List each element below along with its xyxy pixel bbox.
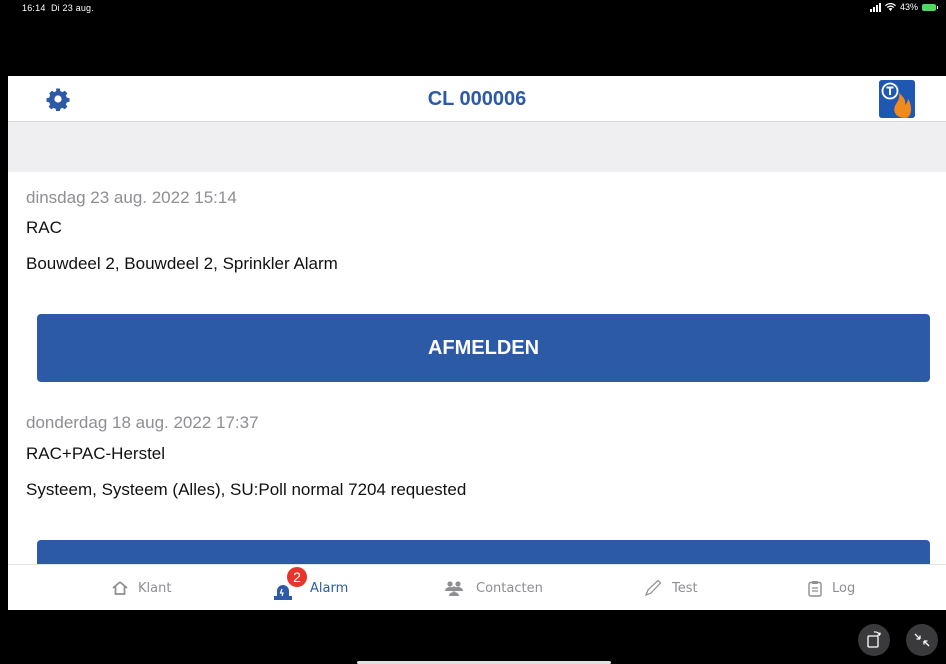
status-time: 16:14 Di 23 aug. xyxy=(22,3,94,13)
wifi-icon xyxy=(884,3,896,11)
tab-contacten[interactable]: Contacten xyxy=(444,565,543,610)
tab-label: Contacten xyxy=(476,580,543,596)
alarm-icon xyxy=(274,585,292,600)
tab-log[interactable]: Log xyxy=(808,565,855,610)
logo-icon xyxy=(879,80,915,118)
home-icon xyxy=(112,581,128,595)
alarm-date: dinsdag 23 aug. 2022 15:14 xyxy=(26,188,237,207)
clipboard-icon xyxy=(808,580,822,597)
contacts-icon xyxy=(445,581,463,596)
tab-alarm[interactable]: 2 Alarm xyxy=(274,565,348,610)
alarm-count-badge: 2 xyxy=(287,567,307,587)
battery-percentage: 43% xyxy=(899,2,918,12)
alarm-type: RAC xyxy=(26,218,62,237)
alarm-icon-wrap: 2 xyxy=(274,565,307,610)
tab-label: Log xyxy=(832,580,856,596)
tab-label: Test xyxy=(672,580,698,596)
tab-bar: Klant 2 Alarm Contacten Test Log xyxy=(8,564,946,610)
page-title: CL 000006 xyxy=(427,88,527,110)
alarm-date: donderdag 18 aug. 2022 17:37 xyxy=(26,413,259,432)
alarm-type: RAC+PAC-Herstel xyxy=(26,444,166,463)
shrink-button[interactable] xyxy=(906,624,938,656)
system-bottom-area xyxy=(0,610,946,664)
navigation-bar: CL 000006 xyxy=(8,76,946,122)
alarm-description: Systeem, Systeem (Alles), SU:Poll normal… xyxy=(26,480,467,499)
rotate-icon xyxy=(867,631,881,648)
tab-klant[interactable]: Klant xyxy=(112,565,171,610)
tab-test[interactable]: Test xyxy=(644,565,698,610)
status-bar: 16:14 Di 23 aug. 43% xyxy=(0,0,946,16)
shrink-icon xyxy=(914,633,930,647)
alarm-description: Bouwdeel 2, Bouwdeel 2, Sprinkler Alarm xyxy=(26,254,338,273)
app-window: CL 000006 dinsdag 23 aug. 2022 15:14 RAC… xyxy=(8,76,946,610)
tab-label: Klant xyxy=(138,580,172,596)
afmelden-button[interactable] xyxy=(37,540,930,564)
afmelden-button[interactable]: AFMELDEN xyxy=(37,314,930,382)
battery-icon xyxy=(922,3,938,11)
status-right: 43% xyxy=(869,2,938,12)
alarm-list[interactable]: dinsdag 23 aug. 2022 15:14 RAC Bouwdeel … xyxy=(8,172,946,564)
signal-icon xyxy=(869,2,881,12)
tab-label: Alarm xyxy=(310,580,349,596)
header-spacer xyxy=(8,122,946,172)
app-logo xyxy=(879,80,915,118)
pencil-icon xyxy=(644,579,662,597)
rotate-button[interactable] xyxy=(858,624,890,656)
